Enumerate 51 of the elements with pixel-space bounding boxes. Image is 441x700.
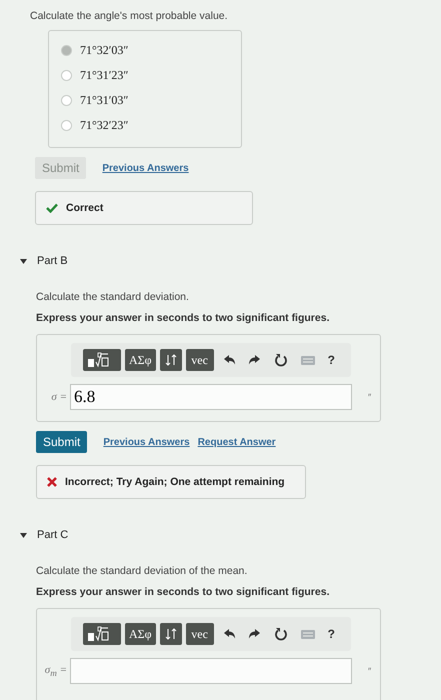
toolbar-button[interactable]: vec <box>186 623 214 645</box>
option-label[interactable]: 71°31′23″ <box>80 68 128 83</box>
help-button[interactable]: ? <box>324 623 339 645</box>
cross-icon <box>47 477 57 487</box>
option-label[interactable]: 71°31′03″ <box>80 93 128 108</box>
reset-icon <box>274 627 288 641</box>
toolbar-button[interactable]: ΑΣφ <box>125 349 156 371</box>
toolbar-button[interactable]: vec <box>186 349 214 371</box>
variable-label: σ = <box>50 391 68 403</box>
option-label[interactable]: 71°32′23″ <box>80 118 128 133</box>
answer-link[interactable]: Request Answer <box>198 436 276 448</box>
caret-icon[interactable] <box>20 258 27 264</box>
reset-icon <box>274 353 288 367</box>
templates-button[interactable] <box>83 623 121 645</box>
part-title[interactable]: Part C <box>37 529 68 541</box>
answer-field[interactable] <box>70 658 352 684</box>
caret-icon[interactable] <box>20 532 27 538</box>
sort-arrows-icon <box>164 354 177 366</box>
submit-button[interactable]: Submit <box>36 431 88 453</box>
answer-link[interactable]: Previous Answers <box>102 162 189 174</box>
radio-button[interactable] <box>61 70 72 81</box>
feedback-text: Correct <box>66 202 104 214</box>
instruction-text: Express your answer in seconds to two significant figures. <box>36 586 330 598</box>
question-text: Calculate the standard deviation of the mean. <box>36 565 248 577</box>
option-label[interactable]: 71°32′03″ <box>80 43 128 58</box>
question-text: Calculate the standard deviation. <box>36 291 190 303</box>
radio-button[interactable] <box>61 95 72 106</box>
radio-button[interactable] <box>61 120 72 131</box>
toolbar-button[interactable]: ΑΣφ <box>125 623 156 645</box>
unit-label: ″ <box>368 392 372 402</box>
question-text: Calculate the angle's most probable value. <box>30 10 229 22</box>
instruction-text: Express your answer in seconds to two significant figures. <box>36 312 330 324</box>
radio-button[interactable] <box>61 45 72 56</box>
redo-icon <box>248 627 262 641</box>
unit-label: ″ <box>368 666 372 676</box>
undo-icon <box>222 353 236 367</box>
sort-button[interactable] <box>160 623 182 645</box>
feedback-text: Incorrect; Try Again; One attempt remaining <box>65 476 285 488</box>
templates-button[interactable] <box>83 349 121 371</box>
answer-field[interactable]: 6.8 <box>70 384 352 410</box>
part-title[interactable]: Part B <box>37 255 68 267</box>
sort-arrows-icon <box>164 628 177 640</box>
undo-icon <box>222 627 236 641</box>
variable-label: σ$_{m}$ = <box>44 664 68 678</box>
keyboard-icon <box>300 628 316 640</box>
redo-icon <box>248 353 262 367</box>
help-button[interactable]: ? <box>324 349 339 371</box>
sort-button[interactable] <box>160 349 182 371</box>
keyboard-icon <box>300 354 316 366</box>
answer-link[interactable]: Previous Answers <box>103 436 190 448</box>
check-icon <box>46 203 58 213</box>
